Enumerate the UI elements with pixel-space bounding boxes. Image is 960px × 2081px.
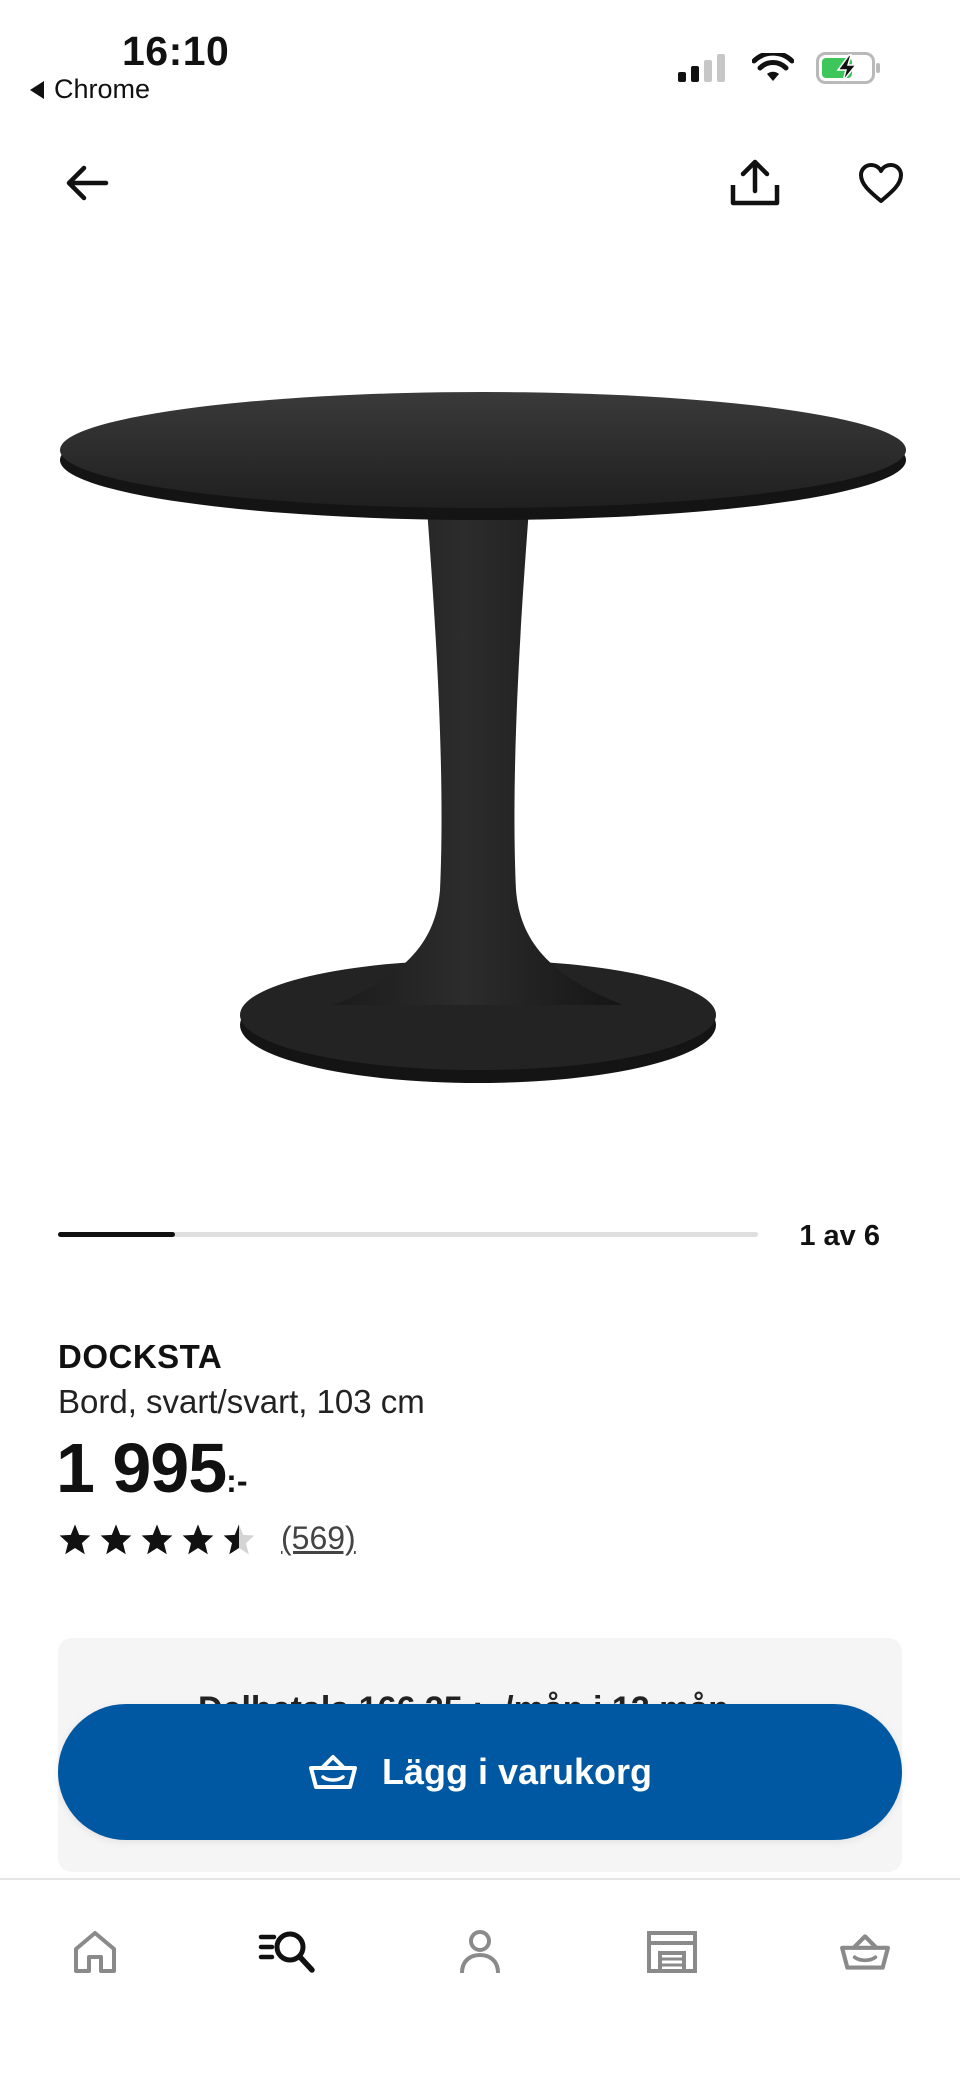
search-list-icon xyxy=(258,1931,315,1973)
share-button[interactable] xyxy=(720,148,790,218)
star-icon xyxy=(100,1523,132,1554)
basket-icon xyxy=(308,1755,357,1789)
heart-icon xyxy=(859,163,903,203)
tab-search[interactable] xyxy=(242,1912,332,1992)
profile-icon xyxy=(460,1930,500,1974)
status-time: 16:10 xyxy=(122,28,230,74)
star-icon xyxy=(141,1523,173,1554)
product-rating[interactable]: (569) xyxy=(58,1520,356,1557)
home-icon xyxy=(74,1931,116,1973)
back-button[interactable] xyxy=(52,148,122,218)
tab-store[interactable] xyxy=(627,1912,717,1992)
bottom-tab-bar xyxy=(0,1878,960,2081)
arrow-left-icon xyxy=(66,165,109,201)
tab-basket[interactable] xyxy=(820,1912,910,1992)
share-icon xyxy=(730,159,780,206)
star-icon xyxy=(182,1523,214,1554)
price-suffix: :- xyxy=(226,1463,248,1499)
product-name: DOCKSTA xyxy=(58,1338,223,1375)
back-app-label: Chrome xyxy=(54,74,151,104)
back-triangle-icon xyxy=(30,80,44,99)
price-value: 1 995 xyxy=(56,1429,227,1507)
store-icon xyxy=(647,1931,697,1973)
battery-charging-icon xyxy=(816,52,880,84)
image-carousel-progress xyxy=(58,1232,758,1237)
status-icons xyxy=(678,52,882,84)
review-count-link[interactable]: (569) xyxy=(281,1520,356,1557)
favorite-button[interactable] xyxy=(846,148,916,218)
carousel-progress-fill xyxy=(58,1232,175,1237)
product-price: 1 995:- xyxy=(56,1428,247,1521)
basket-icon xyxy=(840,1934,890,1970)
star-icon xyxy=(59,1523,91,1554)
tab-home[interactable] xyxy=(50,1912,140,1992)
wifi-icon xyxy=(752,53,794,81)
product-description: Bord, svart/svart, 103 cm xyxy=(58,1383,425,1420)
carousel-counter: 1 av 6 xyxy=(799,1220,880,1252)
signal-icon xyxy=(678,54,725,82)
product-image[interactable] xyxy=(48,360,918,1120)
half-star-icon xyxy=(223,1523,255,1554)
tab-profile[interactable] xyxy=(435,1912,525,1992)
add-to-cart-label: Lägg i varukorg xyxy=(381,1751,653,1792)
add-to-cart-button[interactable]: Lägg i varukorg xyxy=(58,1704,902,1840)
back-to-app-link[interactable]: Chrome xyxy=(30,74,150,105)
